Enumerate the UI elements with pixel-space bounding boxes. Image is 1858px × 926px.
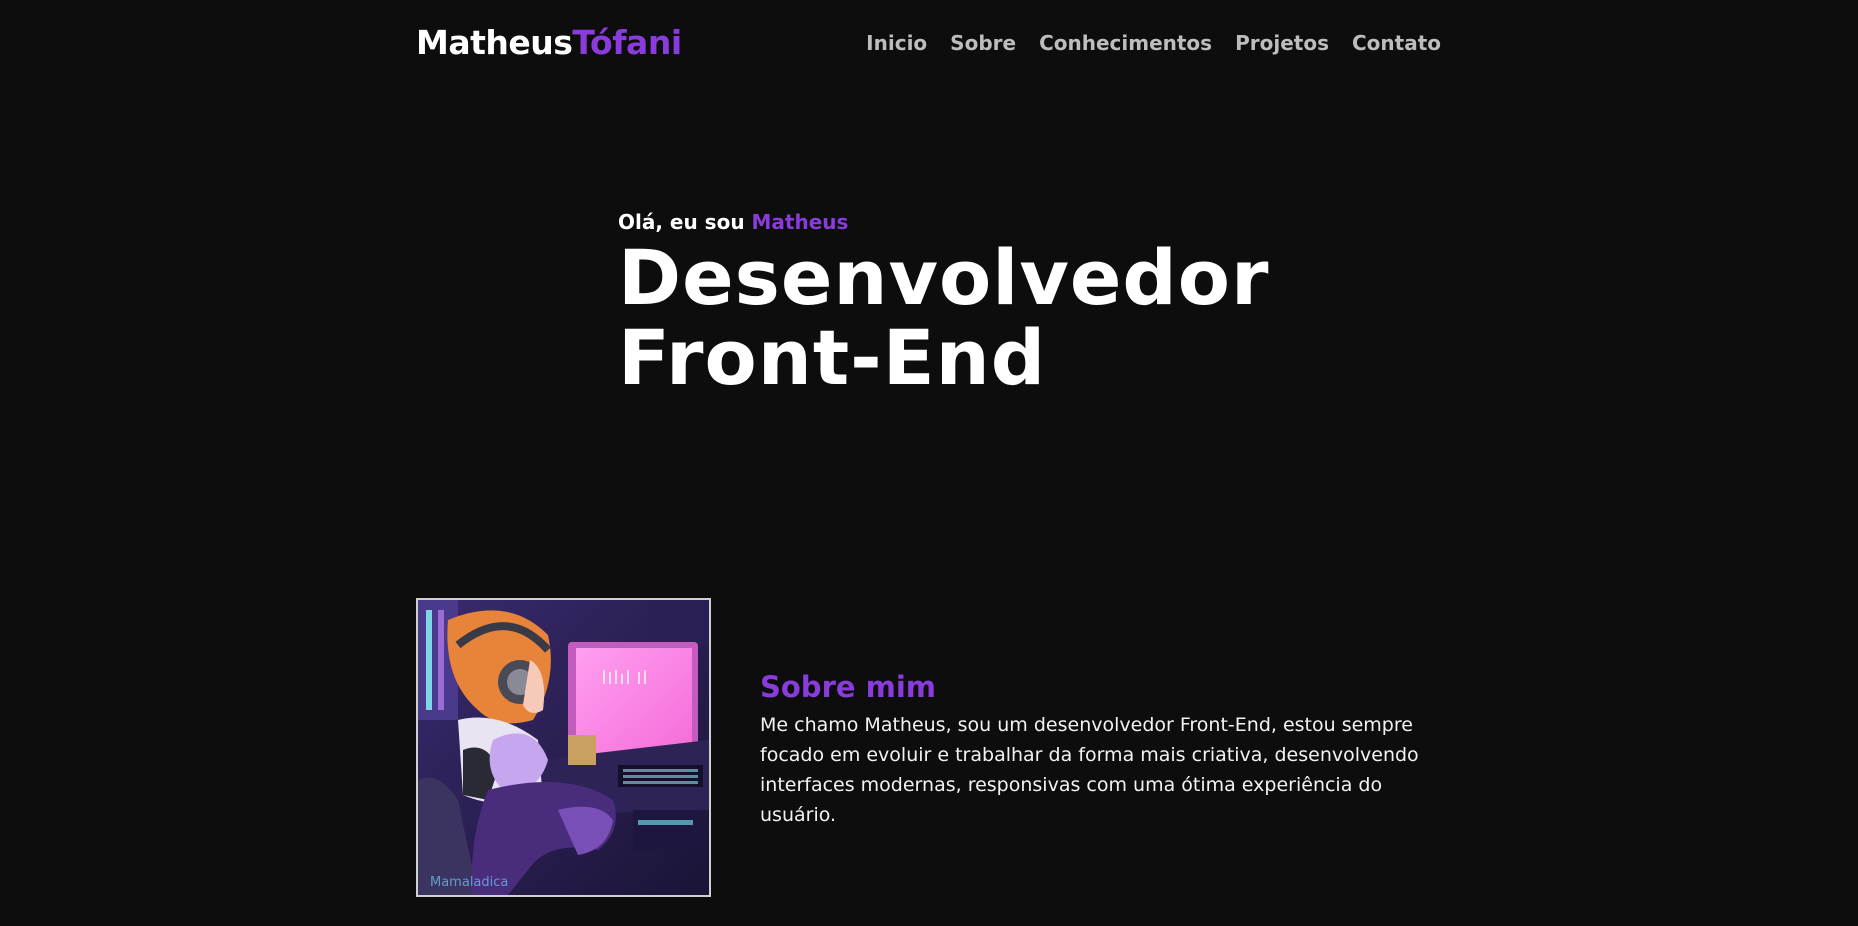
- logo[interactable]: MatheusTófani: [416, 20, 682, 66]
- illustration-signature: Mamaladica: [430, 875, 508, 890]
- illustration-image: Mamaladica: [418, 600, 709, 895]
- page: MatheusTófani Inicio Sobre Conhecimentos…: [0, 0, 1858, 926]
- logo-last-name: Tófani: [572, 23, 682, 62]
- hero-greeting: Olá, eu sou Matheus: [618, 208, 1270, 236]
- about-body: Me chamo Matheus, sou um desenvolvedor F…: [760, 714, 1419, 826]
- nav-link-inicio[interactable]: Inicio: [866, 30, 927, 56]
- about-illustration: Mamaladica: [416, 598, 711, 897]
- nav-link-contato[interactable]: Contato: [1352, 30, 1441, 56]
- nav-link-conhecimentos[interactable]: Conhecimentos: [1039, 30, 1212, 56]
- nav-link-sobre[interactable]: Sobre: [950, 30, 1016, 56]
- main-nav: Inicio Sobre Conhecimentos Projetos Cont…: [866, 30, 1441, 56]
- nav-link-projetos[interactable]: Projetos: [1235, 30, 1329, 56]
- about-heading: Sobre mim: [760, 670, 937, 704]
- hero-greeting-name: Matheus: [751, 210, 849, 234]
- logo-first-name: Matheus: [416, 23, 573, 62]
- hero-title-line1: Desenvolvedor: [618, 233, 1270, 322]
- about-section: Sobre mim Me chamo Matheus, sou um desen…: [760, 668, 1450, 830]
- hero-greeting-text: Olá, eu sou: [618, 210, 745, 234]
- hero-title: Desenvolvedor Front-End: [618, 238, 1270, 398]
- hero-section: Olá, eu sou Matheus Desenvolvedor Front-…: [618, 208, 1270, 398]
- hero-title-line2: Front-End: [618, 313, 1047, 402]
